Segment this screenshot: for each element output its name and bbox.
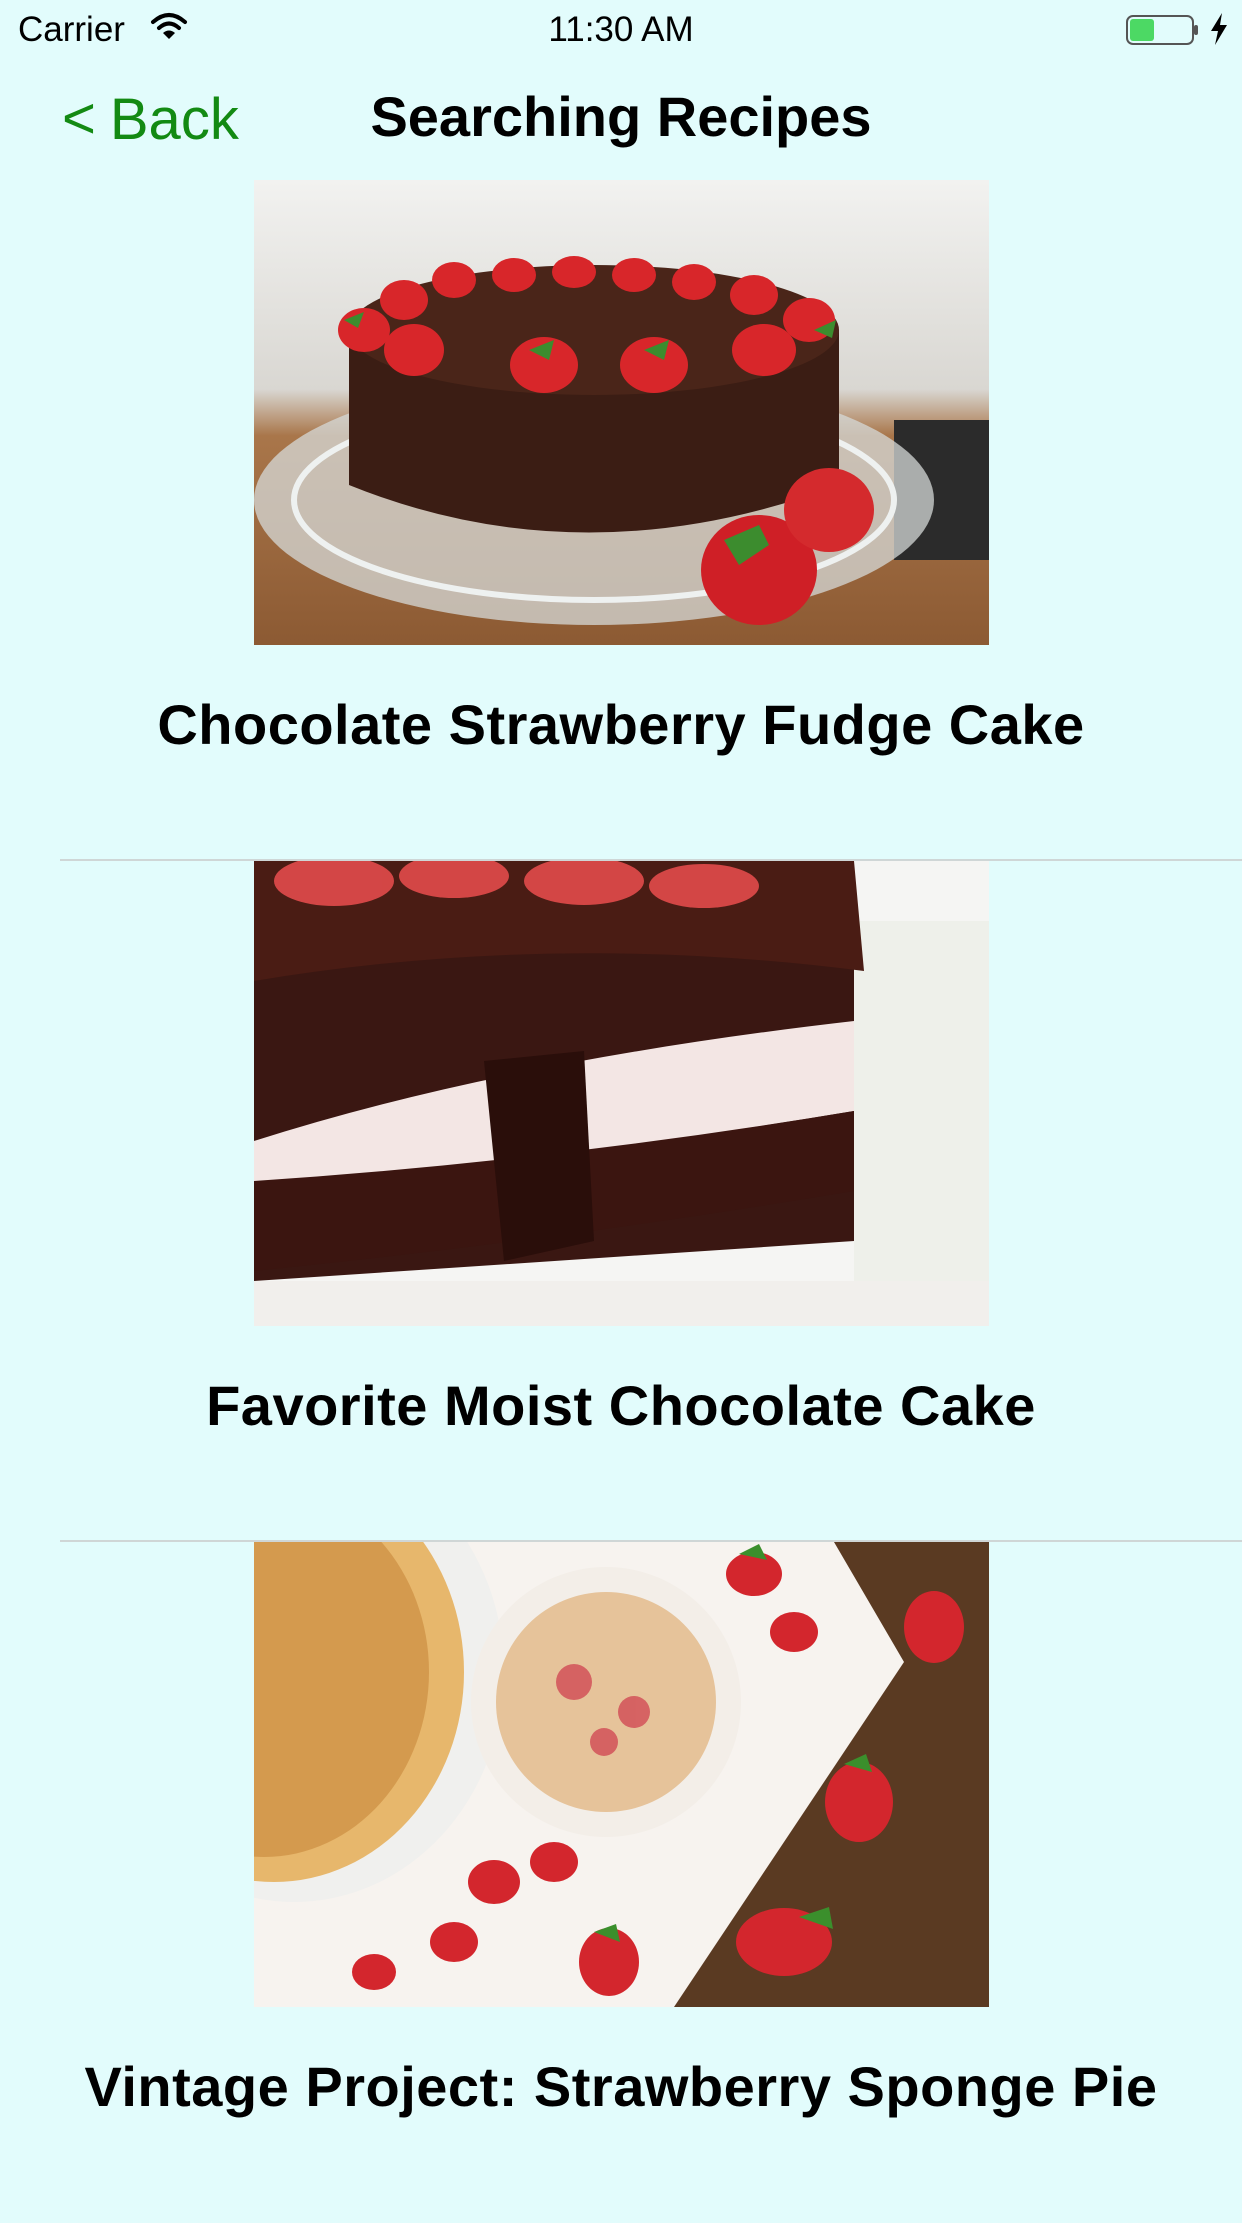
recipe-photo <box>254 1542 989 2007</box>
recipe-photo <box>254 180 989 645</box>
charging-bolt-icon <box>1211 13 1227 45</box>
status-bar: Carrier 11:30 AM <box>0 0 1242 60</box>
status-time: 11:30 AM <box>548 10 694 49</box>
battery-icon <box>1126 15 1198 45</box>
recipe-row[interactable]: Favorite Moist Chocolate Cake <box>0 861 1242 1542</box>
page-title: Searching Recipes <box>370 85 872 148</box>
recipe-row[interactable]: Chocolate Strawberry Fudge Cake <box>0 180 1242 861</box>
recipe-title: Chocolate Strawberry Fudge Cake <box>157 693 1085 756</box>
recipe-title: Vintage Project: Strawberry Sponge Pie <box>84 2055 1158 2118</box>
recipe-title: Favorite Moist Chocolate Cake <box>206 1374 1036 1437</box>
recipe-row[interactable]: Vintage Project: Strawberry Sponge Pie <box>0 1542 1242 2223</box>
recipe-list[interactable]: Chocolate Strawberry Fudge Cake Favorite… <box>0 180 1242 2223</box>
recipe-photo <box>254 861 989 1326</box>
navigation-bar: < Back Searching Recipes <box>0 60 1242 180</box>
